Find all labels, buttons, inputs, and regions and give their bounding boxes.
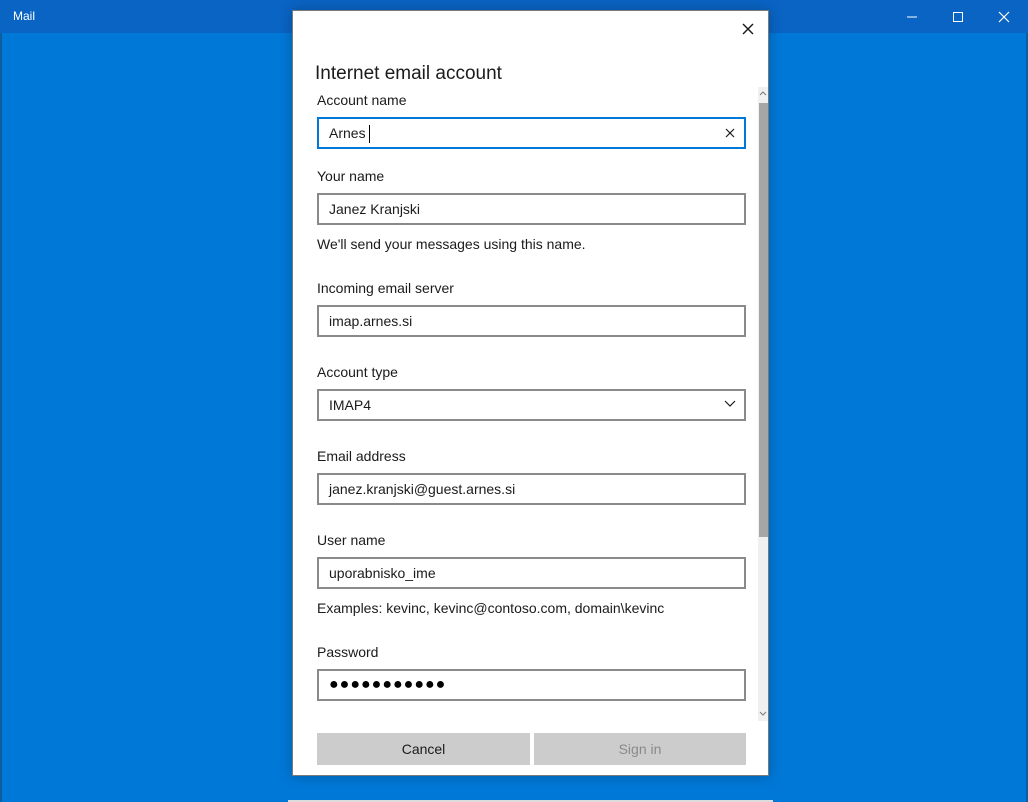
scroll-up-icon[interactable] [758, 87, 768, 99]
window-border-left [0, 0, 2, 802]
clear-text-button[interactable] [722, 125, 738, 141]
scroll-down-icon[interactable] [758, 708, 768, 720]
account-type-label: Account type [317, 364, 398, 380]
close-icon [742, 23, 754, 35]
clear-icon [725, 128, 735, 138]
maximize-icon [953, 12, 963, 22]
your-name-input[interactable]: Janez Kranjski [317, 193, 746, 225]
password-label: Password [317, 644, 379, 660]
dialog-close-button[interactable] [738, 19, 758, 39]
user-name-value: uporabnisko_ime [329, 565, 436, 581]
internet-email-account-dialog: Internet email account Account name Arne… [292, 10, 769, 776]
user-name-input[interactable]: uporabnisko_ime [317, 557, 746, 589]
cancel-button[interactable]: Cancel [317, 733, 530, 765]
your-name-label: Your name [317, 168, 385, 184]
app-title: Mail [13, 9, 36, 23]
maximize-button[interactable] [935, 0, 981, 33]
window-close-button[interactable] [981, 0, 1027, 33]
password-input[interactable]: ●●●●●●●●●●● [317, 669, 746, 701]
email-address-input[interactable]: janez.kranjski@guest.arnes.si [317, 473, 746, 505]
email-address-value: janez.kranjski@guest.arnes.si [329, 481, 516, 497]
email-address-label: Email address [317, 448, 406, 464]
close-icon [998, 11, 1010, 23]
account-name-value: Arnes [329, 125, 366, 141]
incoming-server-value: imap.arnes.si [329, 313, 413, 329]
text-caret [369, 125, 370, 143]
incoming-server-label: Incoming email server [317, 280, 454, 296]
sign-in-button[interactable]: Sign in [534, 733, 746, 765]
account-name-label: Account name [317, 92, 407, 108]
account-type-select[interactable]: IMAP4 [317, 389, 746, 421]
minimize-icon [907, 16, 917, 18]
minimize-button[interactable] [889, 0, 935, 33]
account-name-input[interactable]: Arnes [317, 117, 746, 149]
incoming-server-input[interactable]: imap.arnes.si [317, 305, 746, 337]
your-name-hint: We'll send your messages using this name… [317, 236, 586, 252]
password-value: ●●●●●●●●●●● [329, 676, 447, 693]
chevron-down-icon [724, 400, 736, 407]
user-name-hint: Examples: kevinc, kevinc@contoso.com, do… [317, 600, 665, 616]
your-name-value: Janez Kranjski [329, 201, 421, 217]
scrollbar-thumb[interactable] [759, 103, 768, 537]
account-type-value: IMAP4 [329, 397, 372, 413]
dialog-title: Internet email account [315, 63, 502, 84]
user-name-label: User name [317, 532, 386, 548]
